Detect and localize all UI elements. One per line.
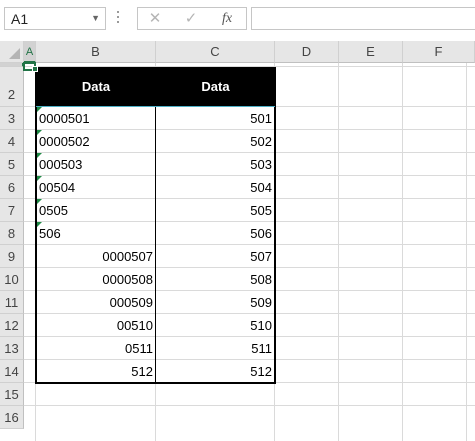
error-indicator-icon[interactable] — [36, 107, 42, 113]
row-header-5[interactable]: 5 — [0, 153, 24, 176]
header-underline — [36, 106, 275, 107]
error-indicator-icon[interactable] — [36, 153, 42, 159]
enter-icon[interactable]: ✓ — [178, 9, 204, 29]
row-header-6[interactable]: 6 — [0, 176, 24, 199]
row-header-12[interactable]: 12 — [0, 314, 24, 337]
error-indicator-icon[interactable] — [36, 176, 42, 182]
cell-c13[interactable]: 511 — [156, 337, 275, 360]
row-header-2[interactable]: 2 — [0, 67, 24, 107]
table-column-divider — [155, 67, 156, 383]
column-header-a[interactable]: A — [24, 41, 36, 63]
insert-function-icon[interactable]: fx — [214, 9, 240, 29]
column-header-b[interactable]: B — [36, 41, 156, 63]
gridline-vertical — [402, 63, 403, 441]
row-header-14[interactable]: 14 — [0, 360, 24, 383]
formula-input[interactable] — [251, 7, 475, 30]
cell-b4[interactable]: 0000502 — [36, 130, 156, 153]
cell-b14[interactable]: 512 — [36, 360, 156, 383]
cell-c10[interactable]: 508 — [156, 268, 275, 291]
row-header-15[interactable]: 15 — [0, 383, 24, 406]
cell-c3[interactable]: 501 — [156, 107, 275, 130]
error-indicator-icon[interactable] — [36, 130, 42, 136]
cell-b12[interactable]: 00510 — [36, 314, 156, 337]
cell-c12[interactable]: 510 — [156, 314, 275, 337]
cell-b9[interactable]: 0000507 — [36, 245, 156, 268]
cell-c5[interactable]: 503 — [156, 153, 275, 176]
row-header-11[interactable]: 11 — [0, 291, 24, 314]
table-header-cell[interactable]: Data — [156, 67, 275, 107]
row-header-4[interactable]: 4 — [0, 130, 24, 153]
column-header-d[interactable]: D — [275, 41, 339, 63]
cell-c11[interactable]: 509 — [156, 291, 275, 314]
chevron-down-icon[interactable]: ▼ — [91, 13, 100, 23]
cell-c8[interactable]: 506 — [156, 222, 275, 245]
gridline-vertical — [338, 63, 339, 441]
cell-c14[interactable]: 512 — [156, 360, 275, 383]
name-box[interactable]: A1 ▼ — [4, 7, 106, 30]
cell-b7[interactable]: 0505 — [36, 199, 156, 222]
cell-c7[interactable]: 505 — [156, 199, 275, 222]
formula-bar: A1 ▼ ✕ ✓ fx — [0, 0, 475, 41]
row-header-8[interactable]: 8 — [0, 222, 24, 245]
row-header-3[interactable]: 3 — [0, 107, 24, 130]
gridline-vertical — [466, 63, 467, 441]
column-header-f[interactable]: F — [403, 41, 475, 63]
cell-c6[interactable]: 504 — [156, 176, 275, 199]
name-box-value: A1 — [11, 11, 29, 27]
cell-b11[interactable]: 000509 — [36, 291, 156, 314]
error-indicator-icon[interactable] — [36, 222, 42, 228]
column-header-c[interactable]: C — [156, 41, 275, 63]
fill-handle[interactable] — [32, 66, 38, 72]
cell-c4[interactable]: 502 — [156, 130, 275, 153]
cell-b10[interactable]: 0000508 — [36, 268, 156, 291]
cell-b8[interactable]: 506 — [36, 222, 156, 245]
error-indicator-icon[interactable] — [36, 199, 42, 205]
cell-c9[interactable]: 507 — [156, 245, 275, 268]
cell-b5[interactable]: 000503 — [36, 153, 156, 176]
row-header-13[interactable]: 13 — [0, 337, 24, 360]
formula-buttons: ✕ ✓ fx — [137, 7, 247, 30]
worksheet-grid: ABCDEF 2 3 4 5 6 7 8 9 10 11 12 13 14 15 16 Data Data 00… — [0, 41, 475, 441]
table-header-cell[interactable]: Data — [36, 67, 156, 107]
cell-b3[interactable]: 0000501 — [36, 107, 156, 130]
cancel-icon[interactable]: ✕ — [142, 9, 168, 29]
drag-handle-icon[interactable] — [116, 8, 120, 30]
cell-b13[interactable]: 0511 — [36, 337, 156, 360]
cell-b6[interactable]: 00504 — [36, 176, 156, 199]
row-header-9[interactable]: 9 — [0, 245, 24, 268]
row-header-10[interactable]: 10 — [0, 268, 24, 291]
column-header-e[interactable]: E — [339, 41, 403, 63]
select-all-button[interactable] — [0, 41, 24, 63]
row-header-16[interactable]: 16 — [0, 406, 24, 429]
row-header-7[interactable]: 7 — [0, 199, 24, 222]
gridline-horizontal — [24, 405, 475, 406]
